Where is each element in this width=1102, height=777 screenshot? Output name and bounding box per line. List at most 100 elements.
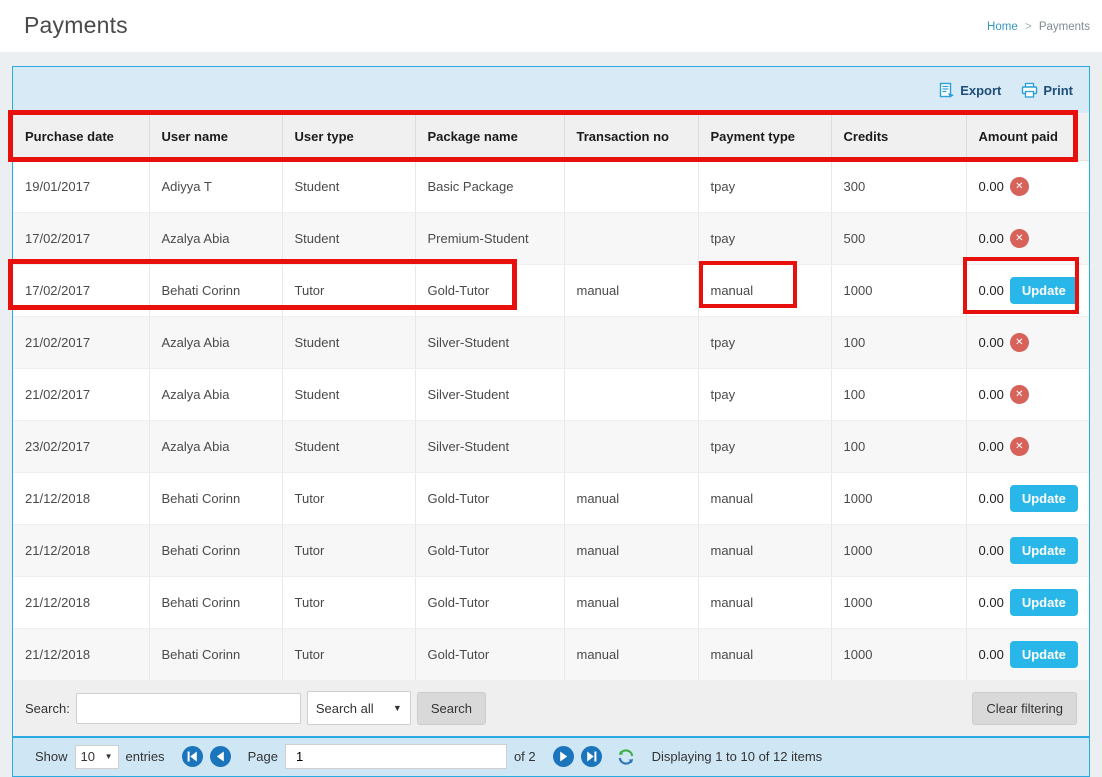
payments-page: Payments Home > Payments Export <box>0 0 1102 777</box>
table-body: 19/01/2017 Adiyya T Student Basic Packag… <box>13 160 1089 680</box>
search-bar: Search: Search all ▼ Search Clear filter… <box>13 681 1089 738</box>
cell-transaction-no <box>564 368 698 420</box>
breadcrumb-separator: > <box>1025 21 1032 33</box>
failed-payment-icon[interactable]: ✕ <box>1010 333 1029 352</box>
entries-label: entries <box>126 749 165 764</box>
cell-purchase-date: 21/12/2018 <box>13 472 149 524</box>
next-page-button[interactable] <box>553 746 574 767</box>
chevron-down-icon: ▼ <box>393 703 402 713</box>
amount-value: 0.00 <box>979 491 1004 506</box>
col-transaction-no: Transaction no <box>564 113 698 160</box>
cell-amount-paid: 0.00 ✕ <box>966 316 1089 368</box>
update-button[interactable]: Update <box>1010 485 1078 512</box>
cell-transaction-no <box>564 212 698 264</box>
col-user-type: User type <box>282 113 415 160</box>
failed-payment-icon[interactable]: ✕ <box>1010 385 1029 404</box>
refresh-icon <box>617 748 635 766</box>
page-size-select[interactable]: 10 ▼ <box>75 745 119 769</box>
cell-credits: 100 <box>831 420 966 472</box>
cell-user-type: Student <box>282 212 415 264</box>
export-button[interactable]: Export <box>938 82 1001 99</box>
last-page-button[interactable] <box>581 746 602 767</box>
amount-value: 0.00 <box>979 387 1004 402</box>
refresh-button[interactable] <box>617 748 635 766</box>
cell-purchase-date: 21/12/2018 <box>13 576 149 628</box>
amount-value: 0.00 <box>979 283 1004 298</box>
cell-user-name: Behati Corinn <box>149 264 282 316</box>
cell-transaction-no: manual <box>564 628 698 680</box>
cell-payment-type: manual <box>698 628 831 680</box>
cell-package-name: Gold-Tutor <box>415 576 564 628</box>
previous-page-button[interactable] <box>210 746 231 767</box>
cell-user-name: Adiyya T <box>149 160 282 212</box>
search-field-select[interactable]: Search all ▼ <box>307 691 411 725</box>
cell-purchase-date: 17/02/2017 <box>13 264 149 316</box>
cell-payment-type: manual <box>698 472 831 524</box>
cell-package-name: Gold-Tutor <box>415 472 564 524</box>
cell-amount-paid: 0.00 Update <box>966 264 1089 316</box>
update-button[interactable]: Update <box>1010 589 1078 616</box>
export-label: Export <box>960 83 1001 98</box>
clear-filtering-button[interactable]: Clear filtering <box>972 692 1077 725</box>
col-purchase-date: Purchase date <box>13 113 149 160</box>
table-row: 19/01/2017 Adiyya T Student Basic Packag… <box>13 160 1089 212</box>
cell-user-type: Tutor <box>282 628 415 680</box>
next-page-icon <box>553 746 574 767</box>
amount-value: 0.00 <box>979 231 1004 246</box>
cell-transaction-no <box>564 420 698 472</box>
cell-credits: 1000 <box>831 628 966 680</box>
failed-payment-icon[interactable]: ✕ <box>1010 177 1029 196</box>
cell-user-name: Azalya Abia <box>149 420 282 472</box>
failed-payment-icon[interactable]: ✕ <box>1010 437 1029 456</box>
search-input[interactable] <box>76 693 301 724</box>
search-button[interactable]: Search <box>417 692 486 725</box>
amount-value: 0.00 <box>979 647 1004 662</box>
breadcrumb-current: Payments <box>1039 21 1090 33</box>
amount-value: 0.00 <box>979 543 1004 558</box>
cell-amount-paid: 0.00 Update <box>966 576 1089 628</box>
cell-amount-paid: 0.00 ✕ <box>966 368 1089 420</box>
col-package-name: Package name <box>415 113 564 160</box>
cell-user-name: Behati Corinn <box>149 524 282 576</box>
cell-payment-type: tpay <box>698 316 831 368</box>
cell-transaction-no <box>564 316 698 368</box>
cell-payment-type: manual <box>698 524 831 576</box>
cell-user-type: Student <box>282 368 415 420</box>
page-number-input[interactable] <box>285 744 507 769</box>
cell-package-name: Silver-Student <box>415 368 564 420</box>
cell-package-name: Silver-Student <box>415 420 564 472</box>
breadcrumb-home-link[interactable]: Home <box>987 21 1018 33</box>
table-row: 23/02/2017 Azalya Abia Student Silver-St… <box>13 420 1089 472</box>
displaying-status: Displaying 1 to 10 of 12 items <box>652 749 823 764</box>
payments-table: Purchase date User name User type Packag… <box>13 113 1089 681</box>
table-row: 21/02/2017 Azalya Abia Student Silver-St… <box>13 316 1089 368</box>
cell-credits: 300 <box>831 160 966 212</box>
previous-page-icon <box>210 746 231 767</box>
cell-transaction-no: manual <box>564 264 698 316</box>
failed-payment-icon[interactable]: ✕ <box>1010 229 1029 248</box>
cell-purchase-date: 17/02/2017 <box>13 212 149 264</box>
table-row: 17/02/2017 Behati Corinn Tutor Gold-Tuto… <box>13 264 1089 316</box>
show-label: Show <box>35 749 68 764</box>
cell-purchase-date: 23/02/2017 <box>13 420 149 472</box>
cell-package-name: Basic Package <box>415 160 564 212</box>
cell-user-type: Tutor <box>282 524 415 576</box>
cell-user-name: Behati Corinn <box>149 472 282 524</box>
print-icon <box>1021 82 1038 99</box>
update-button[interactable]: Update <box>1010 537 1078 564</box>
cell-user-type: Tutor <box>282 264 415 316</box>
cell-user-type: Tutor <box>282 472 415 524</box>
update-button[interactable]: Update <box>1010 641 1078 668</box>
cell-credits: 100 <box>831 368 966 420</box>
breadcrumb: Home > Payments <box>987 21 1090 33</box>
col-credits: Credits <box>831 113 966 160</box>
chevron-down-icon: ▼ <box>105 752 113 761</box>
cell-package-name: Gold-Tutor <box>415 628 564 680</box>
first-page-button[interactable] <box>182 746 203 767</box>
cell-purchase-date: 21/02/2017 <box>13 368 149 420</box>
print-button[interactable]: Print <box>1021 82 1073 99</box>
cell-amount-paid: 0.00 ✕ <box>966 420 1089 472</box>
update-button[interactable]: Update <box>1010 277 1078 304</box>
cell-transaction-no: manual <box>564 576 698 628</box>
col-amount-paid: Amount paid <box>966 113 1089 160</box>
